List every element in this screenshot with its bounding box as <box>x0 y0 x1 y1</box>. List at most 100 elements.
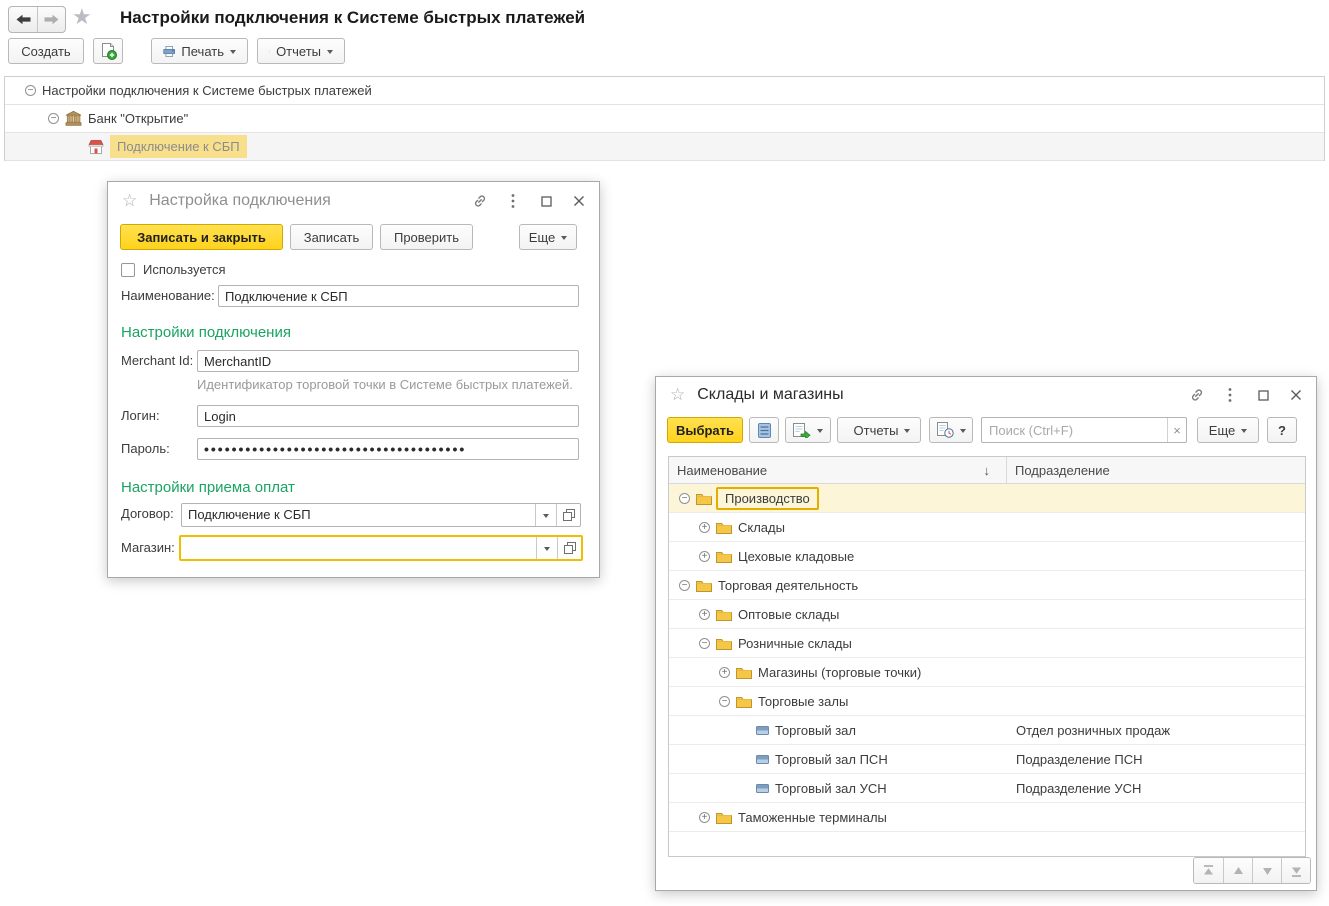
table-row[interactable]: Торговый залОтдел розничных продаж <box>669 716 1305 745</box>
create-button[interactable]: Создать <box>8 38 84 64</box>
row-name-label: Торговая деятельность <box>718 578 858 593</box>
cell-name[interactable]: Торговый зал <box>669 716 1007 744</box>
last-row-button[interactable] <box>1281 858 1310 883</box>
collapse-icon[interactable]: − <box>699 638 710 649</box>
more-button[interactable]: Еще <box>519 224 577 250</box>
expand-icon[interactable]: + <box>699 609 710 620</box>
first-row-button[interactable] <box>1194 858 1223 883</box>
store-open-button[interactable] <box>557 537 581 559</box>
store-dropdown-button[interactable] <box>536 537 557 559</box>
select-button[interactable]: Выбрать <box>667 417 743 443</box>
expander-spacer <box>739 783 750 794</box>
cell-name[interactable]: +Цеховые кладовые <box>669 542 1007 570</box>
save-button[interactable]: Записать <box>290 224 373 250</box>
previous-row-button[interactable] <box>1223 858 1252 883</box>
cell-department[interactable] <box>1007 600 1305 628</box>
list-view-button[interactable] <box>749 417 779 443</box>
cell-department[interactable] <box>1007 629 1305 657</box>
cell-name[interactable]: − Торговая деятельность <box>669 571 1007 599</box>
cell-name[interactable]: +Таможенные терминалы <box>669 803 1007 831</box>
create-group-button[interactable] <box>93 38 123 64</box>
link-icon[interactable] <box>1189 387 1205 403</box>
picker-reports-button[interactable]: Отчеты <box>837 417 921 443</box>
cell-name[interactable]: −Производство <box>669 484 1007 512</box>
cell-department[interactable] <box>1007 513 1305 541</box>
used-checkbox[interactable] <box>121 263 135 277</box>
expand-icon[interactable]: + <box>699 812 710 823</box>
close-icon[interactable] <box>571 195 587 207</box>
history-button[interactable] <box>929 417 973 443</box>
collapse-icon[interactable]: − <box>679 580 690 591</box>
save-and-close-button[interactable]: Записать и закрыть <box>120 224 283 250</box>
cell-name[interactable]: +Склады <box>669 513 1007 541</box>
merchant-id-input[interactable] <box>197 350 579 372</box>
password-input[interactable] <box>197 438 579 460</box>
table-row[interactable]: +Магазины (торговые точки) <box>669 658 1305 687</box>
cell-name[interactable]: +Магазины (торговые точки) <box>669 658 1007 686</box>
cell-department[interactable] <box>1007 803 1305 831</box>
table-row[interactable]: −Производство <box>669 484 1305 513</box>
maximize-icon[interactable] <box>538 196 554 207</box>
cell-department[interactable]: Подразделение ПСН <box>1007 745 1305 773</box>
table-row[interactable]: −Торговые залы <box>669 687 1305 716</box>
cell-department[interactable] <box>1007 542 1305 570</box>
star-icon[interactable]: ★ <box>72 4 92 30</box>
window-star-icon[interactable]: ☆ <box>670 385 685 405</box>
check-button[interactable]: Проверить <box>380 224 473 250</box>
table-row[interactable]: Торговый зал УСНПодразделение УСН <box>669 774 1305 803</box>
cell-name[interactable]: +Оптовые склады <box>669 600 1007 628</box>
store-value[interactable] <box>181 537 536 559</box>
table-row[interactable]: +Таможенные терминалы <box>669 803 1305 832</box>
column-header-department[interactable]: Подразделение <box>1007 457 1305 483</box>
print-menu-button[interactable]: Печать <box>151 38 248 64</box>
expand-icon[interactable]: + <box>699 522 710 533</box>
cell-department[interactable] <box>1007 687 1305 715</box>
picker-more-button[interactable]: Еще <box>1197 417 1259 443</box>
tree-row[interactable]: −Настройки подключения к Системе быстрых… <box>5 77 1324 105</box>
cell-department[interactable]: Отдел розничных продаж <box>1007 716 1305 744</box>
kebab-menu-icon[interactable] <box>1222 387 1238 403</box>
contract-value[interactable]: Подключение к СБП <box>182 504 535 526</box>
collapse-icon[interactable]: − <box>719 696 730 707</box>
window-star-icon[interactable]: ☆ <box>122 191 137 211</box>
column-header-name[interactable]: Наименование ↓ <box>669 457 1007 483</box>
cell-department[interactable] <box>1007 571 1305 599</box>
expand-icon[interactable]: + <box>719 667 730 678</box>
reports-menu-button[interactable]: Отчеты <box>257 38 345 64</box>
maximize-icon[interactable] <box>1255 390 1271 401</box>
link-icon[interactable] <box>472 193 488 209</box>
table-row[interactable]: −Розничные склады <box>669 629 1305 658</box>
table-row[interactable]: +Цеховые кладовые <box>669 542 1305 571</box>
tree-row[interactable]: −Банк "Открытие" <box>5 105 1324 133</box>
close-icon[interactable] <box>1288 389 1304 401</box>
connection-settings-window: ☆ Настройка подключения <box>107 181 600 578</box>
cell-name[interactable]: Торговый зал УСН <box>669 774 1007 802</box>
forward-button[interactable] <box>37 7 65 32</box>
cell-department[interactable]: Подразделение УСН <box>1007 774 1305 802</box>
move-item-button[interactable] <box>785 417 831 443</box>
kebab-menu-icon[interactable] <box>505 193 521 209</box>
login-input[interactable] <box>197 405 579 427</box>
contract-open-button[interactable] <box>556 504 580 526</box>
cell-name[interactable]: −Торговые залы <box>669 687 1007 715</box>
name-input[interactable] <box>218 285 579 307</box>
cell-name[interactable]: Торговый зал ПСН <box>669 745 1007 773</box>
collapse-icon[interactable]: − <box>679 493 690 504</box>
cell-name[interactable]: −Розничные склады <box>669 629 1007 657</box>
search-clear-icon[interactable]: × <box>1167 418 1186 442</box>
cell-department[interactable] <box>1007 484 1305 512</box>
table-row[interactable]: +Склады <box>669 513 1305 542</box>
collapse-icon[interactable]: − <box>48 113 59 124</box>
expand-icon[interactable]: + <box>699 551 710 562</box>
table-row[interactable]: − Торговая деятельность <box>669 571 1305 600</box>
help-button[interactable]: ? <box>1267 417 1297 443</box>
tree-row[interactable]: Подключение к СБП <box>5 133 1324 161</box>
next-row-button[interactable] <box>1252 858 1281 883</box>
table-row[interactable]: Торговый зал ПСНПодразделение ПСН <box>669 745 1305 774</box>
cell-department[interactable] <box>1007 658 1305 686</box>
search-field[interactable]: Поиск (Ctrl+F) × <box>981 417 1187 443</box>
collapse-icon[interactable]: − <box>25 85 36 96</box>
table-row[interactable]: +Оптовые склады <box>669 600 1305 629</box>
back-button[interactable] <box>9 7 37 32</box>
contract-dropdown-button[interactable] <box>535 504 556 526</box>
